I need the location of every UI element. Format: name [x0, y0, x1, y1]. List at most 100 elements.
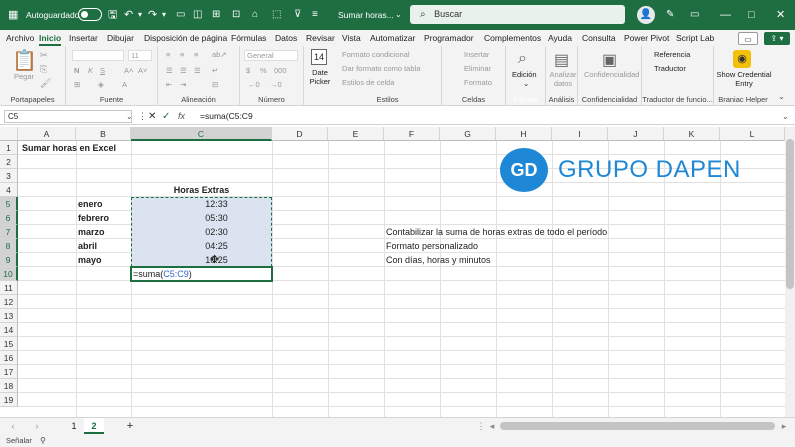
tab-programador[interactable]: Programador — [424, 30, 474, 46]
customize-icon[interactable]: ≡ — [312, 0, 318, 30]
orientation-icon[interactable]: ab↗ — [212, 50, 227, 59]
tab-ayuda[interactable]: Ayuda — [548, 30, 572, 46]
column-header-f[interactable]: F — [384, 127, 440, 141]
name-box-dropdown-icon[interactable]: ⌄ — [126, 108, 133, 125]
tab-complementos[interactable]: Complementos — [484, 30, 541, 46]
cut-icon[interactable]: ✂ — [40, 50, 48, 61]
row-header-15[interactable]: 15 — [0, 337, 18, 351]
undo-icon[interactable]: ↶ — [124, 0, 133, 30]
row-header-6[interactable]: 6 — [0, 211, 18, 225]
name-box[interactable]: C5 — [4, 110, 132, 123]
next-sheet-icon[interactable]: › — [30, 418, 44, 434]
enter-formula-icon[interactable]: ✓ — [162, 108, 170, 125]
italic-icon[interactable]: K — [88, 66, 93, 75]
row-header-16[interactable]: 16 — [0, 351, 18, 365]
file-name[interactable]: Sumar horas... — [338, 0, 394, 30]
column-header-c[interactable]: C — [131, 127, 272, 141]
font-shrink-icon[interactable]: A˅ — [138, 66, 147, 75]
row-header-2[interactable]: 2 — [0, 155, 18, 169]
row-header-13[interactable]: 13 — [0, 309, 18, 323]
formula-input[interactable]: =suma(C5:C9 — [200, 108, 253, 125]
row-header-7[interactable]: 7 — [0, 225, 18, 239]
row-header-12[interactable]: 12 — [0, 295, 18, 309]
cell-c8[interactable]: 04:25 — [131, 239, 272, 253]
bold-icon[interactable]: N — [74, 66, 79, 75]
hscroll-right-icon[interactable]: ▸ — [778, 418, 790, 434]
column-header-g[interactable]: G — [440, 127, 496, 141]
tab-dibujar[interactable]: Dibujar — [107, 30, 134, 46]
insert-cells-button[interactable]: Insertar — [464, 50, 489, 59]
cell-a1[interactable]: Sumar horas en Excel — [22, 141, 116, 155]
quick-access-icon-2[interactable]: ◫ — [193, 0, 202, 30]
cell-c7[interactable]: 02:30 — [131, 225, 272, 239]
paste-icon[interactable]: 📋 — [12, 48, 37, 73]
edicion-label[interactable]: Edición — [512, 70, 537, 79]
cell-f9[interactable]: Con días, horas y minutos — [386, 253, 491, 267]
tab-script-lab[interactable]: Script Lab — [676, 30, 714, 46]
minimize-icon[interactable]: — — [720, 0, 731, 30]
analyze-data-icon[interactable]: ▤ — [554, 50, 569, 70]
tab-consulta[interactable]: Consulta — [582, 30, 616, 46]
cell-b5[interactable]: enero — [78, 197, 103, 211]
number-format-box[interactable]: General — [244, 50, 298, 61]
maximize-icon[interactable]: □ — [748, 0, 755, 30]
row-header-19[interactable]: 19 — [0, 393, 18, 407]
undo-dropdown-icon[interactable]: ▾ — [138, 0, 142, 30]
cell-c4[interactable]: Horas Extras — [131, 183, 272, 197]
column-header-a[interactable]: A — [18, 127, 76, 141]
align-middle-icon[interactable]: ≡ — [180, 50, 184, 59]
row-header-9[interactable]: 9 — [0, 253, 18, 267]
cell-c5[interactable]: 12:33 — [131, 197, 272, 211]
row-header-18[interactable]: 18 — [0, 379, 18, 393]
delete-cells-button[interactable]: Eliminar — [464, 64, 491, 73]
row-header-3[interactable]: 3 — [0, 169, 18, 183]
collapse-ribbon-icon[interactable]: ⌄ — [778, 92, 785, 101]
align-left-icon[interactable]: ☰ — [166, 66, 173, 75]
quick-access-icon-3[interactable]: ⊞ — [212, 0, 220, 30]
row-header-4[interactable]: 4 — [0, 183, 18, 197]
align-center-icon[interactable]: ☰ — [180, 66, 187, 75]
redo-icon[interactable]: ↷ — [148, 0, 157, 30]
cell-c10[interactable]: =suma(C5:C9) — [133, 267, 192, 281]
filter-icon[interactable]: ⊽ — [294, 0, 301, 30]
tab-automatizar[interactable]: Automatizar — [370, 30, 415, 46]
quick-access-icon-4[interactable]: ⊡ — [232, 0, 240, 30]
align-top-icon[interactable]: ≡ — [166, 50, 170, 59]
date-picker-label[interactable]: Date Picker — [306, 68, 334, 86]
row-header-10[interactable]: 10 — [0, 267, 18, 281]
horizontal-scrollbar-thumb[interactable] — [500, 422, 775, 430]
cell-b7[interactable]: marzo — [78, 225, 105, 239]
hscroll-left-icon[interactable]: ◂ — [486, 418, 498, 434]
row-header-1[interactable]: 1 — [0, 141, 18, 155]
fill-color-icon[interactable]: ◈ — [98, 80, 104, 89]
format-painter-icon[interactable]: 🖌 — [40, 78, 51, 89]
decimal-inc-icon[interactable]: ←0 — [248, 80, 260, 89]
font-grow-icon[interactable]: A˄ — [124, 66, 133, 75]
avatar[interactable]: 👤 — [637, 6, 655, 24]
credential-icon[interactable]: ◉ — [733, 50, 751, 68]
sheet-tab-1[interactable]: 1 — [64, 418, 84, 434]
column-header-l[interactable]: L — [720, 127, 785, 141]
pen-icon[interactable]: ✎ — [666, 0, 674, 30]
cell-b6[interactable]: febrero — [78, 211, 109, 225]
align-right-icon[interactable]: ☰ — [194, 66, 201, 75]
autosave-toggle[interactable] — [78, 8, 102, 21]
column-header-b[interactable]: B — [76, 127, 131, 141]
add-sheet-icon[interactable]: + — [122, 418, 138, 434]
search-box[interactable]: ⌕ Buscar — [410, 5, 625, 24]
merge-icon[interactable]: ⊟ — [212, 80, 218, 89]
align-bottom-icon[interactable]: ≡ — [194, 50, 198, 59]
wrap-text-icon[interactable]: ↵ — [212, 66, 218, 75]
decimal-dec-icon[interactable]: →0 — [270, 80, 282, 89]
ribbon-display-icon[interactable]: ▭ — [690, 0, 699, 30]
conditional-format-button[interactable]: Formato condicional — [342, 50, 410, 59]
column-header-j[interactable]: J — [608, 127, 664, 141]
tab-inicio[interactable]: Inicio — [39, 30, 62, 46]
format-cells-button[interactable]: Formato — [464, 78, 492, 87]
column-header-e[interactable]: E — [328, 127, 384, 141]
show-credential-label[interactable]: Show Credential Entry — [716, 70, 772, 88]
sheet-tab-2[interactable]: 2 — [84, 418, 104, 434]
analyze-data-label[interactable]: Analizar datos — [548, 70, 578, 88]
row-header-17[interactable]: 17 — [0, 365, 18, 379]
quick-access-icon-6[interactable]: ⬚ — [272, 0, 281, 30]
